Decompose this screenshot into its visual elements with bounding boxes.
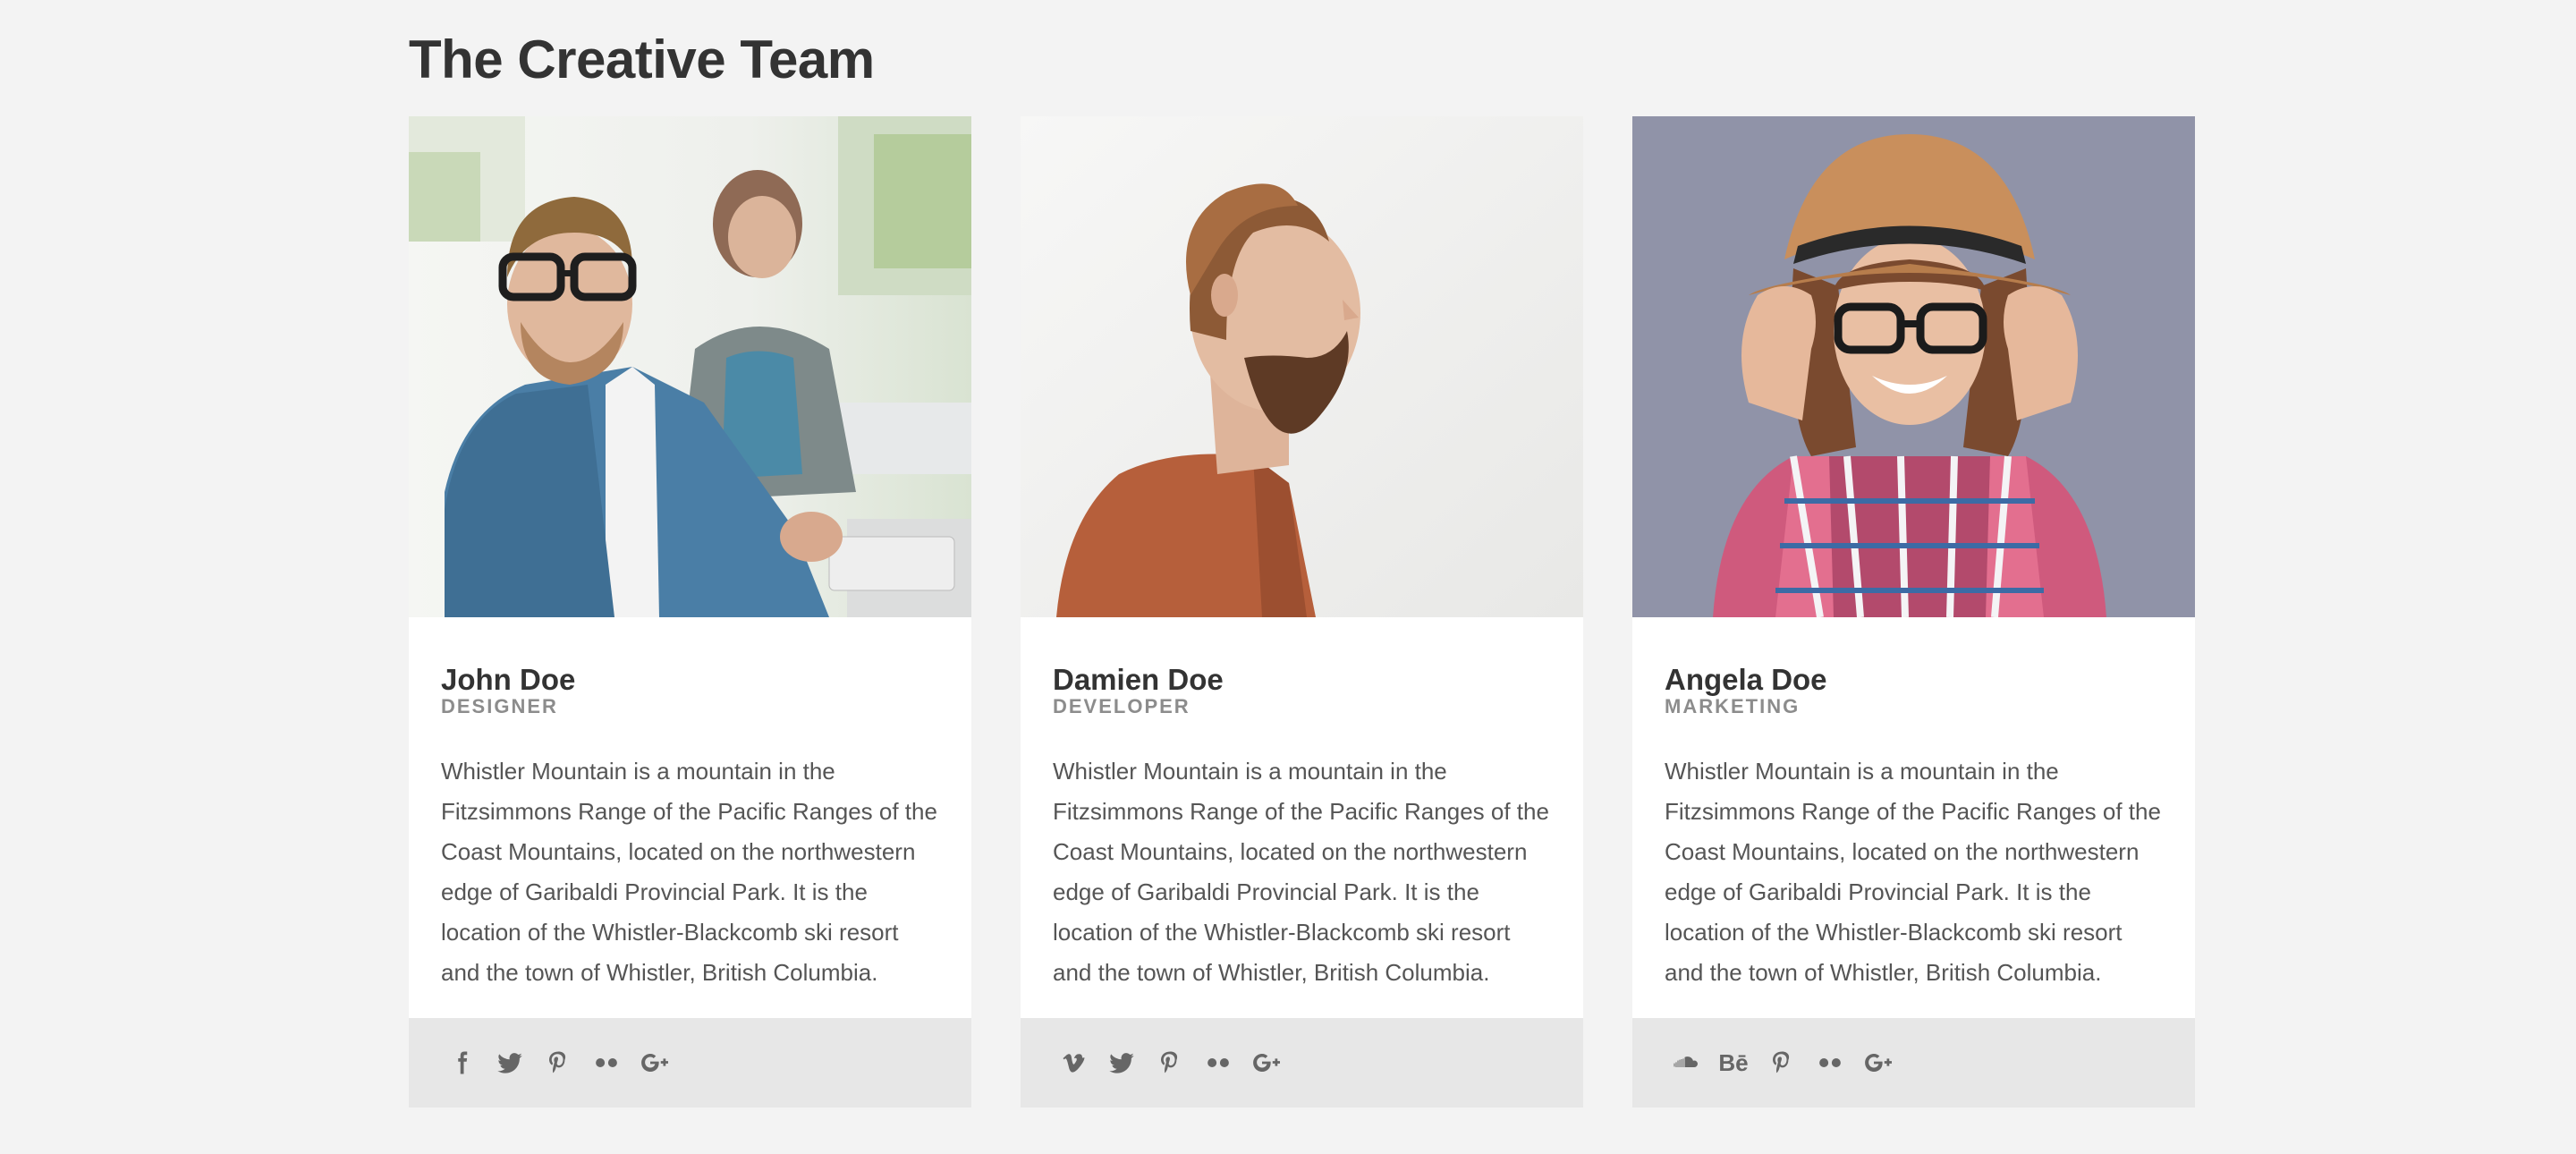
pinterest-icon[interactable] bbox=[534, 1039, 582, 1087]
member-name: Damien Doe bbox=[1053, 663, 1224, 696]
team-card-angela: Angela Doe MARKETING Whistler Mountain i… bbox=[1632, 116, 2195, 1107]
pinterest-icon[interactable] bbox=[1146, 1039, 1194, 1087]
member-bio: Whistler Mountain is a mountain in the F… bbox=[441, 758, 937, 986]
flickr-icon[interactable] bbox=[582, 1039, 631, 1087]
page-title: The Creative Team bbox=[409, 30, 875, 89]
soundcloud-icon[interactable] bbox=[1661, 1039, 1709, 1087]
member-photo bbox=[409, 116, 971, 617]
social-links bbox=[409, 1018, 971, 1107]
member-bio: Whistler Mountain is a mountain in the F… bbox=[1665, 758, 2161, 986]
vimeo-icon[interactable] bbox=[1049, 1039, 1097, 1087]
social-links bbox=[1021, 1018, 1583, 1107]
twitter-icon[interactable] bbox=[1097, 1039, 1146, 1087]
flickr-icon[interactable] bbox=[1806, 1039, 1854, 1087]
member-photo bbox=[1632, 116, 2195, 617]
google-plus-icon[interactable] bbox=[1242, 1039, 1291, 1087]
social-links: Bē bbox=[1632, 1018, 2195, 1107]
pinterest-icon[interactable] bbox=[1758, 1039, 1806, 1087]
member-name: Angela Doe bbox=[1665, 663, 1827, 696]
team-card-damien: Damien Doe DEVELOPER Whistler Mountain i… bbox=[1021, 116, 1583, 1107]
member-role: DEVELOPER bbox=[1053, 695, 1191, 717]
facebook-icon[interactable] bbox=[437, 1039, 486, 1087]
member-photo bbox=[1021, 116, 1583, 617]
member-bio: Whistler Mountain is a mountain in the F… bbox=[1053, 758, 1549, 986]
member-role: DESIGNER bbox=[441, 695, 558, 717]
twitter-icon[interactable] bbox=[486, 1039, 534, 1087]
google-plus-icon[interactable] bbox=[1854, 1039, 1902, 1087]
team-card-john: John Doe DESIGNER Whistler Mountain is a… bbox=[409, 116, 971, 1107]
member-role: MARKETING bbox=[1665, 695, 1801, 717]
google-plus-icon[interactable] bbox=[631, 1039, 679, 1087]
behance-icon[interactable]: Bē bbox=[1709, 1039, 1758, 1087]
member-name: John Doe bbox=[441, 663, 576, 696]
flickr-icon[interactable] bbox=[1194, 1039, 1242, 1087]
team-page: The Creative Team John Doe DESIGNER Whis… bbox=[0, 0, 2576, 1154]
team-cards: John Doe DESIGNER Whistler Mountain is a… bbox=[409, 116, 2195, 1107]
